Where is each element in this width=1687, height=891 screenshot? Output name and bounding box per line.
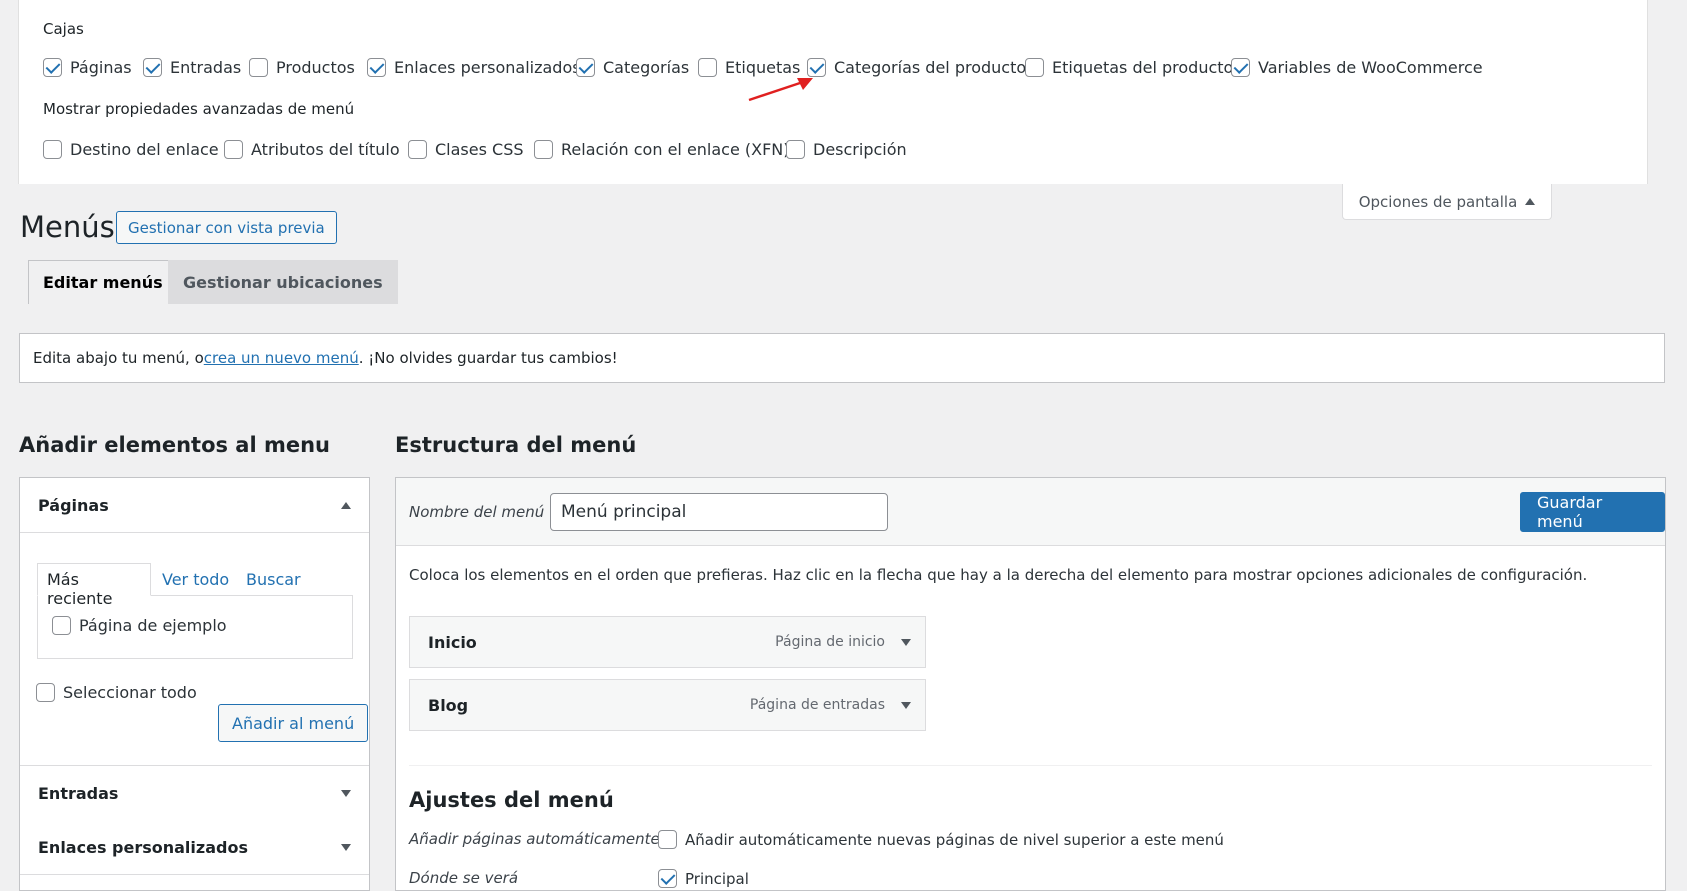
annotation-arrow-icon bbox=[748, 78, 813, 102]
menu-settings-heading: Ajustes del menú bbox=[409, 788, 614, 812]
advanced-option-atributos[interactable]: Atributos del título bbox=[224, 140, 400, 159]
checkbox-icon[interactable] bbox=[698, 58, 717, 77]
tab-manage-locations[interactable]: Gestionar ubicaciones bbox=[168, 260, 398, 304]
tab-search[interactable]: Buscar bbox=[246, 570, 301, 589]
caret-down-icon bbox=[341, 789, 351, 797]
checkbox-icon[interactable] bbox=[52, 616, 71, 635]
checkbox-icon[interactable] bbox=[658, 869, 677, 888]
advanced-option-descripcion[interactable]: Descripción bbox=[786, 140, 907, 159]
accordion-custom-links[interactable]: Enlaces personalizados bbox=[20, 820, 369, 874]
caret-down-icon bbox=[341, 843, 351, 851]
accordion-pages[interactable]: Páginas bbox=[20, 478, 369, 532]
checkbox-icon[interactable] bbox=[36, 683, 55, 702]
checkbox-icon[interactable] bbox=[1231, 58, 1250, 77]
menu-item-blog[interactable]: Blog Página de entradas bbox=[409, 679, 926, 731]
checkbox-icon[interactable] bbox=[1025, 58, 1044, 77]
menu-item-inicio[interactable]: Inicio Página de inicio bbox=[409, 616, 926, 668]
tab-edit-menus[interactable]: Editar menús bbox=[28, 260, 178, 304]
auto-add-option[interactable]: Añadir automáticamente nuevas páginas de… bbox=[658, 830, 1224, 849]
checkbox-icon[interactable] bbox=[408, 140, 427, 159]
caret-up-icon bbox=[341, 501, 351, 509]
box-option-paginas[interactable]: Páginas bbox=[43, 58, 132, 77]
menu-name-label: Nombre del menú bbox=[409, 503, 545, 521]
menu-structure-panel: Nombre del menú Guardar menú Coloca los … bbox=[395, 477, 1666, 891]
add-items-heading: Añadir elementos al menu bbox=[19, 433, 331, 457]
box-option-enlaces[interactable]: Enlaces personalizados bbox=[367, 58, 581, 77]
checkbox-icon[interactable] bbox=[367, 58, 386, 77]
divider bbox=[409, 765, 1652, 766]
caret-down-icon[interactable] bbox=[901, 701, 911, 709]
add-items-panel: Páginas Más reciente Ver todo Buscar Pág… bbox=[19, 477, 370, 891]
box-option-entradas[interactable]: Entradas bbox=[143, 58, 241, 77]
tab-most-recent[interactable]: Más reciente bbox=[37, 563, 151, 608]
checkbox-icon[interactable] bbox=[143, 58, 162, 77]
location-principal-option[interactable]: Principal bbox=[658, 869, 749, 888]
box-option-categorias[interactable]: Categorías bbox=[576, 58, 689, 77]
select-all-option[interactable]: Seleccionar todo bbox=[36, 683, 197, 702]
checkbox-icon[interactable] bbox=[224, 140, 243, 159]
add-to-menu-button[interactable]: Añadir al menú bbox=[218, 704, 369, 742]
caret-down-icon[interactable] bbox=[901, 638, 911, 646]
boxes-title: Cajas bbox=[43, 20, 84, 38]
advanced-option-clases[interactable]: Clases CSS bbox=[408, 140, 524, 159]
advanced-option-xfn[interactable]: Relación con el enlace (XFN) bbox=[534, 140, 790, 159]
location-label: Dónde se verá bbox=[409, 869, 519, 887]
checkbox-icon[interactable] bbox=[658, 830, 677, 849]
advanced-title: Mostrar propiedades avanzadas de menú bbox=[43, 100, 355, 118]
auto-add-label: Añadir páginas automáticamente bbox=[409, 830, 660, 848]
divider bbox=[20, 874, 369, 875]
structure-heading: Estructura del menú bbox=[395, 433, 637, 457]
checkbox-icon[interactable] bbox=[786, 140, 805, 159]
screen-options-toggle[interactable]: Opciones de pantalla bbox=[1342, 184, 1552, 220]
create-new-menu-link[interactable]: crea un nuevo menú bbox=[204, 349, 359, 367]
tab-view-all[interactable]: Ver todo bbox=[162, 570, 229, 589]
checkbox-icon[interactable] bbox=[249, 58, 268, 77]
menu-name-input[interactable] bbox=[550, 493, 888, 531]
checkbox-icon[interactable] bbox=[43, 140, 62, 159]
caret-up-icon bbox=[1525, 198, 1536, 205]
checkbox-icon[interactable] bbox=[576, 58, 595, 77]
box-option-productos[interactable]: Productos bbox=[249, 58, 355, 77]
checkbox-icon[interactable] bbox=[534, 140, 553, 159]
checkbox-icon[interactable] bbox=[43, 58, 62, 77]
divider bbox=[20, 532, 369, 533]
page-item-ejemplo[interactable]: Página de ejemplo bbox=[52, 616, 227, 635]
accordion-posts[interactable]: Entradas bbox=[20, 766, 369, 820]
box-option-categorias-producto[interactable]: Categorías del producto bbox=[807, 58, 1026, 77]
page-title: Menús bbox=[20, 210, 115, 244]
manage-preview-button[interactable]: Gestionar con vista previa bbox=[116, 211, 337, 244]
screen-options-panel: Cajas Páginas Entradas Productos Enlaces… bbox=[18, 0, 1648, 184]
notice-bar: Edita abajo tu menú, o crea un nuevo men… bbox=[19, 333, 1665, 383]
save-menu-button[interactable]: Guardar menú bbox=[1520, 492, 1665, 532]
box-option-etiquetas-producto[interactable]: Etiquetas del producto bbox=[1025, 58, 1233, 77]
instructions-text: Coloca los elementos en el orden que pre… bbox=[409, 566, 1588, 584]
advanced-option-destino[interactable]: Destino del enlace bbox=[43, 140, 219, 159]
box-option-woocommerce[interactable]: Variables de WooCommerce bbox=[1231, 58, 1483, 77]
menu-header: Nombre del menú Guardar menú bbox=[396, 478, 1665, 546]
